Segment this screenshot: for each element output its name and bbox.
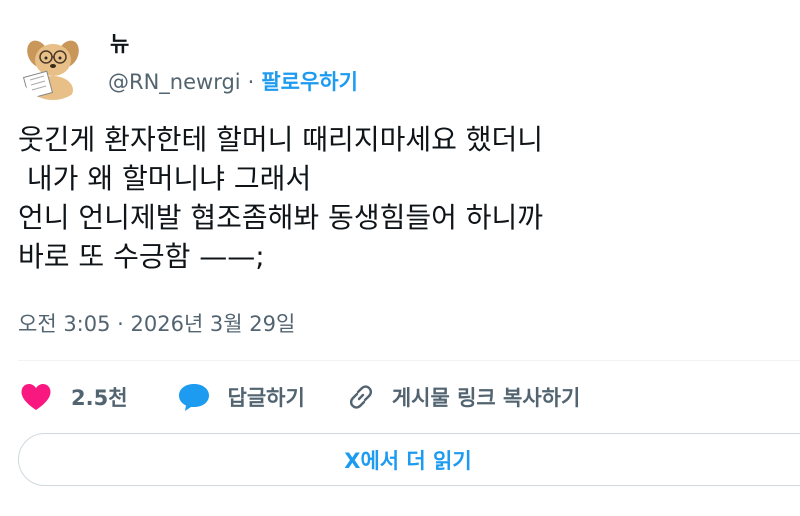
like-count: 2.5천 (71, 386, 128, 410)
like-button[interactable]: 2.5천 (20, 382, 128, 412)
separator-dot: · (247, 70, 255, 94)
user-handle[interactable]: @RN_newrgi (108, 68, 241, 96)
tweet-line: 웃긴게 환자한테 할머니 때리지마세요 했더니 (18, 123, 544, 156)
read-more-label: X에서 더 읽기 (344, 448, 472, 473)
copy-link-button[interactable]: 게시물 링크 복사하기 (346, 382, 581, 412)
tweet-line: 언니 언니제발 협조좀해봐 동생힘들어 하니까 (18, 201, 544, 234)
divider (18, 360, 800, 361)
reply-label: 답글하기 (227, 386, 305, 410)
avatar[interactable] (18, 30, 88, 100)
link-icon (349, 385, 372, 409)
read-more-button[interactable]: X에서 더 읽기 (18, 433, 800, 486)
tweet-line: 내가 왜 할머니냐 그래서 (18, 162, 312, 195)
action-bar: 2.5천 답글하기 게시물 링크 복사하기 (18, 377, 580, 417)
handle-row: @RN_newrgi · 팔로우하기 (108, 68, 358, 96)
tweet-timestamp[interactable]: 오전 3:05 · 2026년 3월 29일 (18, 309, 295, 339)
display-name[interactable]: 뉴 (110, 30, 129, 58)
follow-button[interactable]: 팔로우하기 (261, 68, 358, 96)
tweet-line: 바로 또 수긍함 ——; (18, 240, 265, 273)
reply-button[interactable]: 답글하기 (178, 382, 305, 412)
heart-icon (21, 383, 51, 410)
dog-avatar-icon (18, 30, 88, 100)
speech-bubble-icon (178, 384, 209, 411)
tweet-text: 웃긴게 환자한테 할머니 때리지마세요 했더니 내가 왜 할머니냐 그래서 언니… (18, 120, 778, 276)
copy-link-label: 게시물 링크 복사하기 (391, 386, 581, 410)
